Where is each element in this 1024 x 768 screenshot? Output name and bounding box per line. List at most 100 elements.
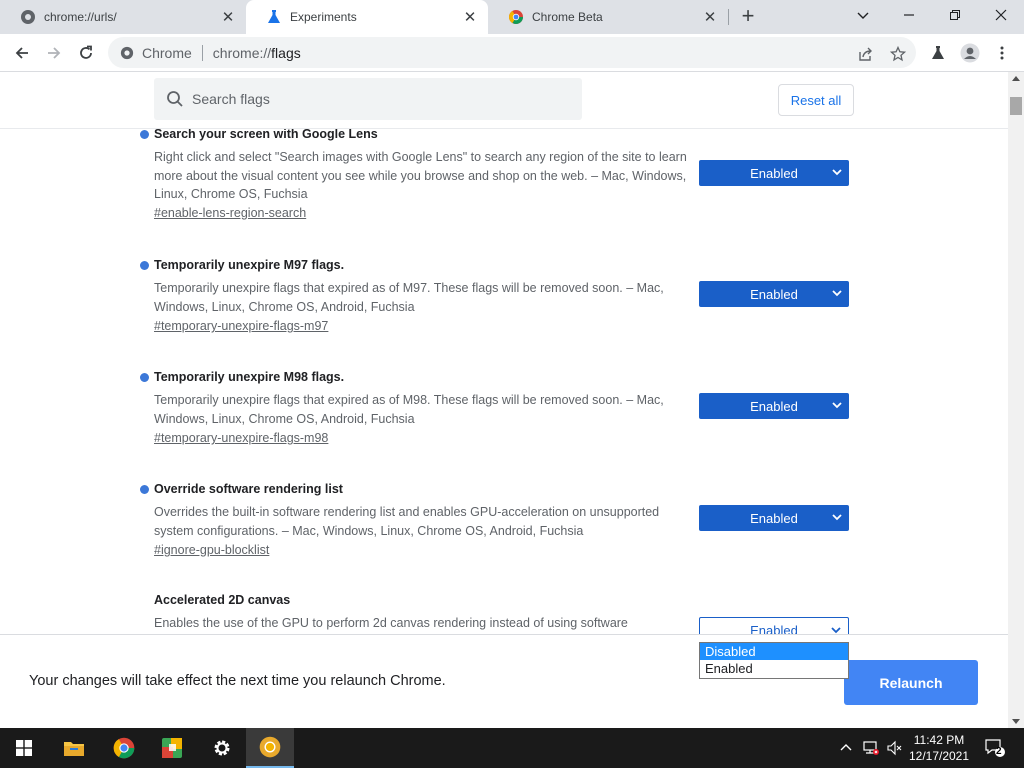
chrome-beta-icon xyxy=(509,10,523,24)
search-header: Reset all xyxy=(0,72,1008,129)
taskbar-file-explorer[interactable] xyxy=(50,728,98,768)
flag-item-unexpire-m98: Temporarily unexpire M98 flags. Temporar… xyxy=(140,370,860,460)
flag-select-value: Enabled xyxy=(750,286,798,302)
modified-indicator xyxy=(140,373,149,382)
taskbar-app[interactable] xyxy=(148,728,196,768)
restore-button[interactable] xyxy=(932,0,978,30)
taskbar-settings[interactable] xyxy=(198,728,246,768)
clock-time: 11:42 PM xyxy=(913,733,965,747)
tab-title: Chrome Beta xyxy=(532,10,603,24)
back-button[interactable] xyxy=(8,39,36,67)
tab-search-button[interactable] xyxy=(840,0,886,30)
tab-experiments[interactable]: Experiments ✕ xyxy=(246,0,488,34)
flag-description: Overrides the built-in software renderin… xyxy=(154,505,660,538)
relaunch-message: Your changes will take effect the next t… xyxy=(29,673,446,689)
flag-link[interactable]: #ignore-gpu-blocklist xyxy=(154,543,269,557)
action-center-button[interactable]: 2 xyxy=(980,728,1010,768)
arrow-right-icon xyxy=(48,47,61,59)
tray-network[interactable] xyxy=(860,728,882,768)
flag-select[interactable]: Enabled xyxy=(699,281,849,307)
flag-select[interactable]: Enabled xyxy=(699,393,849,419)
flag-select[interactable]: Enabled xyxy=(699,505,849,531)
flag-description: Right click and select "Search images wi… xyxy=(154,150,687,201)
relaunch-bar: Your changes will take effect the next t… xyxy=(0,634,1008,728)
tab-strip: chrome://urls/ ✕ Experiments ✕ Chrome Be… xyxy=(0,0,1024,34)
folder-icon xyxy=(64,742,84,756)
scroll-up-arrow-icon[interactable] xyxy=(1012,76,1020,81)
flag-select[interactable]: Enabled xyxy=(699,160,849,186)
search-flags-input[interactable] xyxy=(192,91,572,107)
browser-toolbar: Chrome chrome://flags xyxy=(0,34,1024,72)
flag-select-value: Enabled xyxy=(750,165,798,181)
taskbar-chrome-beta[interactable] xyxy=(246,728,294,768)
dropdown-option-disabled[interactable]: Disabled xyxy=(700,643,848,660)
flask-icon xyxy=(268,10,280,23)
flag-link[interactable]: #temporary-unexpire-flags-m98 xyxy=(154,431,328,445)
url-scheme: chrome:// xyxy=(212,44,272,61)
labs-button[interactable] xyxy=(924,39,952,67)
taskbar-chrome[interactable] xyxy=(100,728,148,768)
bookmark-button[interactable] xyxy=(888,44,908,64)
new-tab-button[interactable]: + xyxy=(736,5,760,29)
flag-item-unexpire-m97: Temporarily unexpire M97 flags. Temporar… xyxy=(140,258,860,348)
flag-description: Temporarily unexpire flags that expired … xyxy=(154,281,664,314)
notification-icon xyxy=(985,739,1005,757)
app-tiles-icon xyxy=(162,738,182,758)
chevron-up-icon xyxy=(840,744,852,751)
minimize-button[interactable] xyxy=(886,0,932,30)
flag-description: Temporarily unexpire flags that expired … xyxy=(154,393,664,426)
flag-name: Search your screen with Google Lens xyxy=(154,127,378,141)
tray-overflow-button[interactable] xyxy=(836,728,856,768)
profile-button[interactable] xyxy=(956,39,984,67)
close-icon[interactable]: ✕ xyxy=(220,9,236,25)
reset-all-button[interactable]: Reset all xyxy=(778,84,854,116)
omnibox-chip: Chrome xyxy=(142,44,192,61)
close-icon[interactable]: ✕ xyxy=(462,9,478,25)
chevron-down-icon xyxy=(832,290,842,297)
flag-link[interactable]: #temporary-unexpire-flags-m97 xyxy=(154,319,328,333)
close-icon[interactable]: ✕ xyxy=(702,9,718,25)
dropdown-option-enabled[interactable]: Enabled xyxy=(700,660,848,677)
search-icon xyxy=(167,91,183,107)
flag-item-accelerated-2d-canvas: Accelerated 2D canvas Enables the use of… xyxy=(140,593,860,634)
modified-indicator xyxy=(140,261,149,270)
scroll-thumb[interactable] xyxy=(1010,97,1022,115)
tab-title: Experiments xyxy=(290,10,357,24)
omnibox-url: chrome://flags xyxy=(213,45,301,61)
share-icon xyxy=(859,47,872,61)
chrome-beta-icon xyxy=(259,736,281,758)
scroll-down-arrow-icon[interactable] xyxy=(1012,719,1020,724)
search-box[interactable] xyxy=(154,78,582,120)
avatar-icon xyxy=(960,43,980,63)
chevron-down-icon xyxy=(831,627,841,634)
windows-taskbar: 11:42 PM 12/17/2021 2 xyxy=(0,728,1024,768)
tab-chrome-beta[interactable]: Chrome Beta ✕ xyxy=(488,0,728,34)
address-bar[interactable]: Chrome chrome://flags xyxy=(108,37,916,68)
select-dropdown-list: Disabled Enabled xyxy=(699,642,849,679)
more-vert-icon xyxy=(1000,46,1004,60)
flags-page: Reset all Search your screen with Google… xyxy=(0,72,1008,634)
close-icon xyxy=(995,9,1007,21)
chevron-down-icon xyxy=(832,402,842,409)
relaunch-button[interactable]: Relaunch xyxy=(844,660,978,705)
notification-count: 2 xyxy=(996,746,1002,757)
flag-link[interactable]: #enable-lens-region-search xyxy=(154,206,306,220)
tab-chrome-urls[interactable]: chrome://urls/ ✕ xyxy=(0,0,246,34)
reload-icon xyxy=(80,45,92,59)
flask-icon xyxy=(932,46,944,59)
flag-select[interactable]: Enabled xyxy=(699,617,849,634)
menu-button[interactable] xyxy=(988,39,1016,67)
forward-button[interactable] xyxy=(40,39,68,67)
close-window-button[interactable] xyxy=(978,0,1024,30)
modified-indicator xyxy=(140,130,149,139)
chevron-down-icon xyxy=(832,514,842,521)
start-button[interactable] xyxy=(0,728,48,768)
taskbar-clock[interactable]: 11:42 PM 12/17/2021 xyxy=(900,732,978,764)
chevron-down-icon xyxy=(832,169,842,176)
page-scrollbar[interactable] xyxy=(1008,72,1024,728)
share-button[interactable] xyxy=(856,44,876,64)
reload-button[interactable] xyxy=(72,39,100,67)
flag-select-value: Enabled xyxy=(750,622,798,635)
restore-icon xyxy=(950,10,960,20)
minimize-icon xyxy=(904,14,914,16)
